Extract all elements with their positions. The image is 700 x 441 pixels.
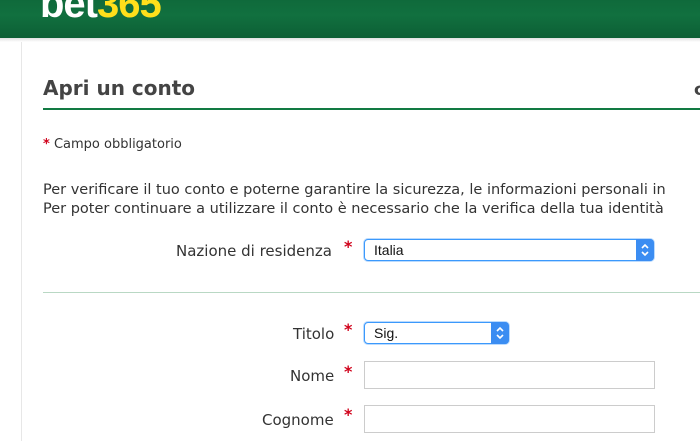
- nome-label: Nome: [290, 367, 335, 385]
- nazione-select[interactable]: Italia: [364, 239, 654, 261]
- site-header: bet365: [0, 0, 700, 38]
- cognome-input[interactable]: [364, 405, 655, 433]
- section-divider: [43, 292, 700, 293]
- logo-text-bet: bet: [40, 0, 98, 26]
- required-field-note: * Campo obbligatorio: [43, 137, 182, 152]
- titolo-selected-value: Sig.: [374, 325, 399, 341]
- nome-input[interactable]: [364, 361, 655, 389]
- info-line-1: Per verificare il tuo conto e poterne ga…: [43, 182, 666, 198]
- required-note-text: Campo obbligatorio: [53, 137, 182, 152]
- info-line-2: Per poter continuare a utilizzare il con…: [43, 201, 664, 217]
- titolo-required-star: *: [344, 320, 353, 339]
- header-shadow: [0, 38, 700, 42]
- cognome-label: Cognome: [262, 411, 334, 429]
- required-star: *: [43, 137, 50, 152]
- nazione-selected-value: Italia: [374, 242, 404, 258]
- cognome-required-star: *: [344, 405, 353, 424]
- logo-text-365: 365: [97, 0, 162, 26]
- titolo-select[interactable]: Sig.: [364, 322, 509, 344]
- brand-logo[interactable]: bet365: [40, 0, 162, 26]
- titolo-label: Titolo: [293, 325, 335, 343]
- nome-required-star: *: [344, 362, 353, 381]
- verification-info: Per verificare il tuo conto e poterne ga…: [43, 181, 700, 219]
- page-title: Apri un conto: [43, 76, 196, 100]
- chevron-up-down-svg: [641, 243, 649, 257]
- content-left-border: [21, 42, 22, 441]
- chevron-up-down-icon: [636, 239, 654, 261]
- title-underline: [43, 108, 700, 110]
- chevron-up-down-svg: [496, 326, 504, 340]
- title-right-fragment: c: [694, 80, 700, 100]
- chevron-up-down-icon: [491, 322, 509, 344]
- nazione-label: Nazione di residenza: [176, 242, 332, 260]
- nazione-required-star: *: [344, 237, 353, 256]
